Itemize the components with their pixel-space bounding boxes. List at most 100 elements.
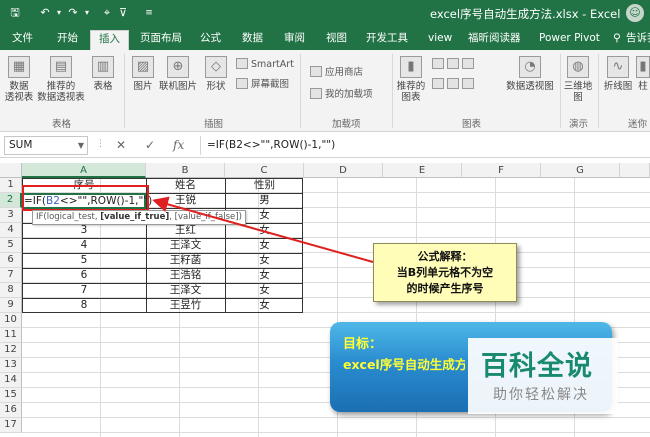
- explanation-callout: 公式解释： 当B列单元格不为空 的时候产生序号: [373, 243, 517, 302]
- table-cell[interactable]: 5: [22, 253, 146, 268]
- group-tours-label: 演示: [569, 119, 589, 130]
- screenshot-button[interactable]: 屏幕截图: [236, 76, 289, 90]
- row-header[interactable]: 15: [0, 388, 22, 403]
- column-header-c[interactable]: C: [225, 163, 304, 178]
- tab-view[interactable]: 视图: [326, 30, 347, 50]
- row-header[interactable]: 4: [0, 223, 22, 238]
- insert-function-icon[interactable]: fx: [173, 138, 184, 152]
- smartart-button[interactable]: SmartArt: [236, 58, 294, 70]
- table-cell[interactable]: 王红: [146, 223, 225, 238]
- filter-icon[interactable]: ⊽: [116, 6, 130, 20]
- 3d-map-button[interactable]: ◍ 三维地 图: [563, 56, 593, 103]
- chevron-down-icon[interactable]: ▼: [78, 137, 84, 154]
- tab-data[interactable]: 数据: [242, 30, 263, 50]
- picture-button[interactable]: ▨ 图片: [130, 56, 156, 92]
- column-header-g[interactable]: G: [541, 163, 620, 178]
- row-header[interactable]: 1: [0, 178, 22, 193]
- row-header[interactable]: 6: [0, 253, 22, 268]
- tab-review[interactable]: 审阅: [284, 30, 305, 50]
- chart-types-button[interactable]: [432, 58, 477, 70]
- table-cell[interactable]: 女: [225, 253, 304, 268]
- tab-view-en[interactable]: view: [428, 30, 452, 50]
- table-cell[interactable]: 王泽文: [146, 283, 225, 298]
- tab-file[interactable]: 文件: [12, 30, 33, 50]
- column-sparkline-button[interactable]: ▮ 柱: [636, 56, 650, 92]
- recommended-charts-button[interactable]: ▮ 推荐的 图表: [395, 56, 427, 103]
- table-cell[interactable]: 3: [22, 223, 146, 238]
- my-addins-button[interactable]: 我的加载项: [310, 86, 373, 100]
- pivot-chart-button[interactable]: ◔ 数据透视图: [504, 56, 556, 92]
- row-header[interactable]: 12: [0, 343, 22, 358]
- table-header-cell[interactable]: 性别: [225, 178, 304, 193]
- column-header-e[interactable]: E: [383, 163, 462, 178]
- save-icon[interactable]: 🖫: [8, 6, 22, 20]
- column-header-a[interactable]: A: [22, 163, 146, 178]
- table-cell[interactable]: 8: [22, 298, 146, 313]
- row-header[interactable]: 7: [0, 268, 22, 283]
- row-header[interactable]: 14: [0, 373, 22, 388]
- tab-foxit-reader[interactable]: 福昕阅读器: [468, 30, 521, 50]
- table-cell[interactable]: 王籽菡: [146, 253, 225, 268]
- name-box[interactable]: SUM ▼: [4, 136, 88, 155]
- row-header[interactable]: 5: [0, 238, 22, 253]
- online-pictures-button[interactable]: ⊕ 联机图片: [158, 56, 198, 92]
- customize-qat-icon[interactable]: ≡: [142, 6, 156, 20]
- table-cell[interactable]: 女: [225, 223, 304, 238]
- bar-chart-icon: [432, 78, 444, 89]
- formula-input[interactable]: =IF(B2<>"",ROW()-1,""): [200, 136, 646, 155]
- ribbon-separator: [560, 54, 561, 128]
- table-cell[interactable]: 王浩铭: [146, 268, 225, 283]
- row-header[interactable]: 8: [0, 283, 22, 298]
- column-header-h[interactable]: [620, 163, 650, 178]
- line-sparkline-button[interactable]: ∿ 折线图: [602, 56, 634, 92]
- table-cell[interactable]: 男: [225, 193, 304, 208]
- pivot-table-button[interactable]: ▦ 数据 透视表: [4, 56, 34, 103]
- format-painter-icon[interactable]: ⌖: [100, 6, 114, 20]
- select-all-corner[interactable]: [0, 163, 22, 178]
- tab-formulas[interactable]: 公式: [200, 30, 221, 50]
- user-avatar-icon[interactable]: ☺: [626, 4, 644, 22]
- row-header[interactable]: 10: [0, 313, 22, 328]
- row-header[interactable]: 2: [0, 193, 22, 208]
- redo-icon[interactable]: ↷: [66, 6, 80, 20]
- row-header[interactable]: 11: [0, 328, 22, 343]
- store-button[interactable]: 应用商店: [310, 64, 363, 78]
- undo-dropdown-icon[interactable]: ▾: [52, 6, 66, 20]
- table-cell[interactable]: 女: [225, 238, 304, 253]
- shapes-button[interactable]: ◇ 形状: [202, 56, 230, 92]
- table-cell[interactable]: 女: [225, 268, 304, 283]
- row-header[interactable]: 13: [0, 358, 22, 373]
- tab-tell-me[interactable]: 告诉我: [626, 30, 650, 50]
- redo-dropdown-icon[interactable]: ▾: [80, 6, 94, 20]
- table-cell[interactable]: 王昱竹: [146, 298, 225, 313]
- table-cell[interactable]: 7: [22, 283, 146, 298]
- table-cell[interactable]: 女: [225, 283, 304, 298]
- row-header[interactable]: 17: [0, 418, 22, 433]
- table-header-cell[interactable]: 姓名: [146, 178, 225, 193]
- undo-icon[interactable]: ↶: [38, 6, 52, 20]
- table-cell[interactable]: 4: [22, 238, 146, 253]
- row-header[interactable]: 3: [0, 208, 22, 223]
- enter-icon[interactable]: ✓: [145, 138, 155, 152]
- chart-types-button-2[interactable]: [432, 78, 477, 90]
- ribbon-separator: [300, 54, 301, 128]
- column-header-b[interactable]: B: [146, 163, 225, 178]
- row-header[interactable]: 9: [0, 298, 22, 313]
- table-cell[interactable]: 王泽文: [146, 238, 225, 253]
- screenshot-icon: [236, 78, 248, 89]
- cancel-icon[interactable]: ✕: [116, 138, 126, 152]
- table-button[interactable]: ▥ 表格: [89, 56, 117, 92]
- row-header[interactable]: 16: [0, 403, 22, 418]
- tab-insert[interactable]: 插入: [90, 30, 129, 50]
- tab-page-layout[interactable]: 页面布局: [140, 30, 182, 50]
- table-cell[interactable]: 王锐: [146, 193, 225, 208]
- tab-home[interactable]: 开始: [57, 30, 78, 50]
- tab-developer[interactable]: 开发工具: [366, 30, 408, 50]
- recommended-pivot-button[interactable]: ▤ 推荐的 数据透视表: [36, 56, 86, 103]
- table-cell[interactable]: 女: [225, 298, 304, 313]
- tab-power-pivot[interactable]: Power Pivot: [539, 30, 600, 50]
- table-label: 表格: [93, 81, 113, 92]
- table-cell[interactable]: 6: [22, 268, 146, 283]
- column-header-f[interactable]: F: [462, 163, 541, 178]
- column-header-d[interactable]: D: [304, 163, 383, 178]
